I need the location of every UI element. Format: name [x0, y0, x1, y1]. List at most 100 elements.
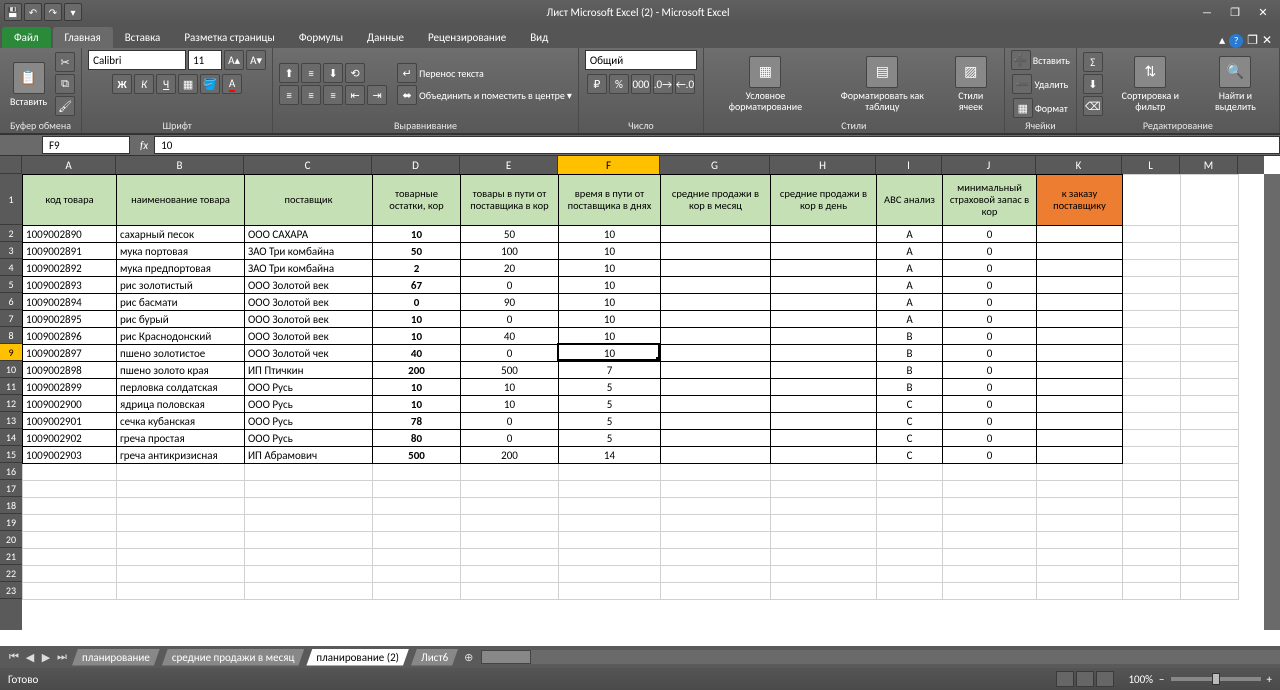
- cell[interactable]: 10: [559, 294, 661, 311]
- wrap-text-button[interactable]: ↵Перенос текста: [397, 63, 572, 83]
- cell[interactable]: 1009002895: [23, 311, 117, 328]
- header-cell[interactable]: [1181, 175, 1239, 226]
- insert-cells-button[interactable]: ➕Вставить: [1011, 50, 1070, 70]
- row-header-6[interactable]: 6: [0, 293, 22, 310]
- cell[interactable]: [373, 515, 461, 532]
- cell[interactable]: 0: [461, 311, 559, 328]
- cell[interactable]: 5: [559, 396, 661, 413]
- cell[interactable]: [1181, 345, 1239, 362]
- cell[interactable]: [559, 583, 661, 600]
- cell[interactable]: [373, 549, 461, 566]
- cell[interactable]: 10: [461, 396, 559, 413]
- cell[interactable]: [661, 566, 771, 583]
- vertical-scrollbar[interactable]: [1264, 174, 1280, 630]
- decrease-indent-icon[interactable]: ⇤: [345, 85, 365, 105]
- close-button[interactable]: ✕: [1250, 4, 1276, 20]
- autosum-icon[interactable]: Σ: [1083, 52, 1103, 72]
- cell[interactable]: [661, 294, 771, 311]
- format-painter-icon[interactable]: 🖌: [55, 96, 75, 116]
- cell[interactable]: [1181, 515, 1239, 532]
- cell[interactable]: [1123, 226, 1181, 243]
- delete-cells-button[interactable]: ➖Удалить: [1012, 74, 1068, 94]
- cell[interactable]: B: [877, 379, 943, 396]
- cell[interactable]: ООО Русь: [245, 430, 373, 447]
- cell[interactable]: [1181, 566, 1239, 583]
- cell[interactable]: 14: [559, 447, 661, 464]
- cell[interactable]: 20: [461, 260, 559, 277]
- cell[interactable]: [661, 498, 771, 515]
- cell[interactable]: B: [877, 362, 943, 379]
- row-header-16[interactable]: 16: [0, 463, 22, 480]
- cell[interactable]: 0: [943, 379, 1037, 396]
- col-header-A[interactable]: A: [22, 156, 116, 174]
- cell[interactable]: [771, 447, 877, 464]
- cell[interactable]: A: [877, 277, 943, 294]
- help-icon[interactable]: ?: [1229, 34, 1243, 48]
- cell[interactable]: [1123, 566, 1181, 583]
- cell[interactable]: [1123, 362, 1181, 379]
- cell[interactable]: [661, 345, 771, 362]
- cell[interactable]: [1123, 515, 1181, 532]
- cell[interactable]: ООО Золотой чек: [245, 345, 373, 362]
- cell[interactable]: A: [877, 311, 943, 328]
- cell[interactable]: [1037, 328, 1123, 345]
- maximize-button[interactable]: ❐: [1222, 4, 1248, 20]
- cell[interactable]: ядрица половская: [117, 396, 245, 413]
- cell[interactable]: [117, 532, 245, 549]
- cell[interactable]: [559, 498, 661, 515]
- cell[interactable]: [1037, 549, 1123, 566]
- cell[interactable]: 10: [373, 311, 461, 328]
- row-header-7[interactable]: 7: [0, 310, 22, 327]
- cell[interactable]: ООО Русь: [245, 379, 373, 396]
- cell[interactable]: A: [877, 226, 943, 243]
- cell[interactable]: [117, 464, 245, 481]
- row-headers[interactable]: 1234567891011121314151617181920212223: [0, 174, 22, 630]
- header-cell[interactable]: средние продажи в кор в месяц: [661, 175, 771, 226]
- cell[interactable]: [1181, 498, 1239, 515]
- first-sheet-icon[interactable]: ⏮: [6, 649, 22, 665]
- col-header-E[interactable]: E: [460, 156, 558, 174]
- cell[interactable]: A: [877, 243, 943, 260]
- italic-icon[interactable]: К: [134, 74, 154, 94]
- conditional-format-button[interactable]: ▦Условное форматирование: [710, 54, 821, 114]
- cell[interactable]: [771, 549, 877, 566]
- cell[interactable]: [461, 583, 559, 600]
- cell[interactable]: сечка кубанская: [117, 413, 245, 430]
- header-cell[interactable]: [1123, 175, 1181, 226]
- cell[interactable]: [771, 413, 877, 430]
- cell[interactable]: 1009002902: [23, 430, 117, 447]
- cell[interactable]: [943, 464, 1037, 481]
- tab-formulas[interactable]: Формулы: [287, 27, 355, 48]
- cell[interactable]: [771, 226, 877, 243]
- cell[interactable]: 78: [373, 413, 461, 430]
- cell[interactable]: [661, 260, 771, 277]
- cell[interactable]: [877, 498, 943, 515]
- cell[interactable]: [661, 549, 771, 566]
- font-name-input[interactable]: [88, 50, 186, 70]
- sort-filter-button[interactable]: ⇅Сортировка и фильтр: [1107, 54, 1194, 114]
- cell[interactable]: [1123, 464, 1181, 481]
- cell[interactable]: 0: [943, 294, 1037, 311]
- cell[interactable]: B: [877, 345, 943, 362]
- cell[interactable]: 1009002897: [23, 345, 117, 362]
- column-headers[interactable]: ABCDEFGHIJKLM: [22, 156, 1264, 174]
- cell[interactable]: [117, 583, 245, 600]
- align-right-icon[interactable]: ≡: [323, 85, 343, 105]
- cell[interactable]: [23, 515, 117, 532]
- cell[interactable]: греча простая: [117, 430, 245, 447]
- cell[interactable]: [1181, 311, 1239, 328]
- page-layout-view-icon[interactable]: [1076, 671, 1094, 687]
- cell[interactable]: сахарный песок: [117, 226, 245, 243]
- border-icon[interactable]: ▦: [178, 74, 198, 94]
- cell[interactable]: [1037, 515, 1123, 532]
- cell[interactable]: 10: [559, 328, 661, 345]
- cell[interactable]: 0: [461, 413, 559, 430]
- cell[interactable]: C: [877, 447, 943, 464]
- header-cell[interactable]: средние продажи в кор в день: [771, 175, 877, 226]
- tab-layout[interactable]: Разметка страницы: [172, 27, 287, 48]
- col-header-M[interactable]: M: [1180, 156, 1238, 174]
- normal-view-icon[interactable]: [1056, 671, 1074, 687]
- cell[interactable]: 80: [373, 430, 461, 447]
- tab-view[interactable]: Вид: [518, 27, 560, 48]
- cell[interactable]: [1123, 294, 1181, 311]
